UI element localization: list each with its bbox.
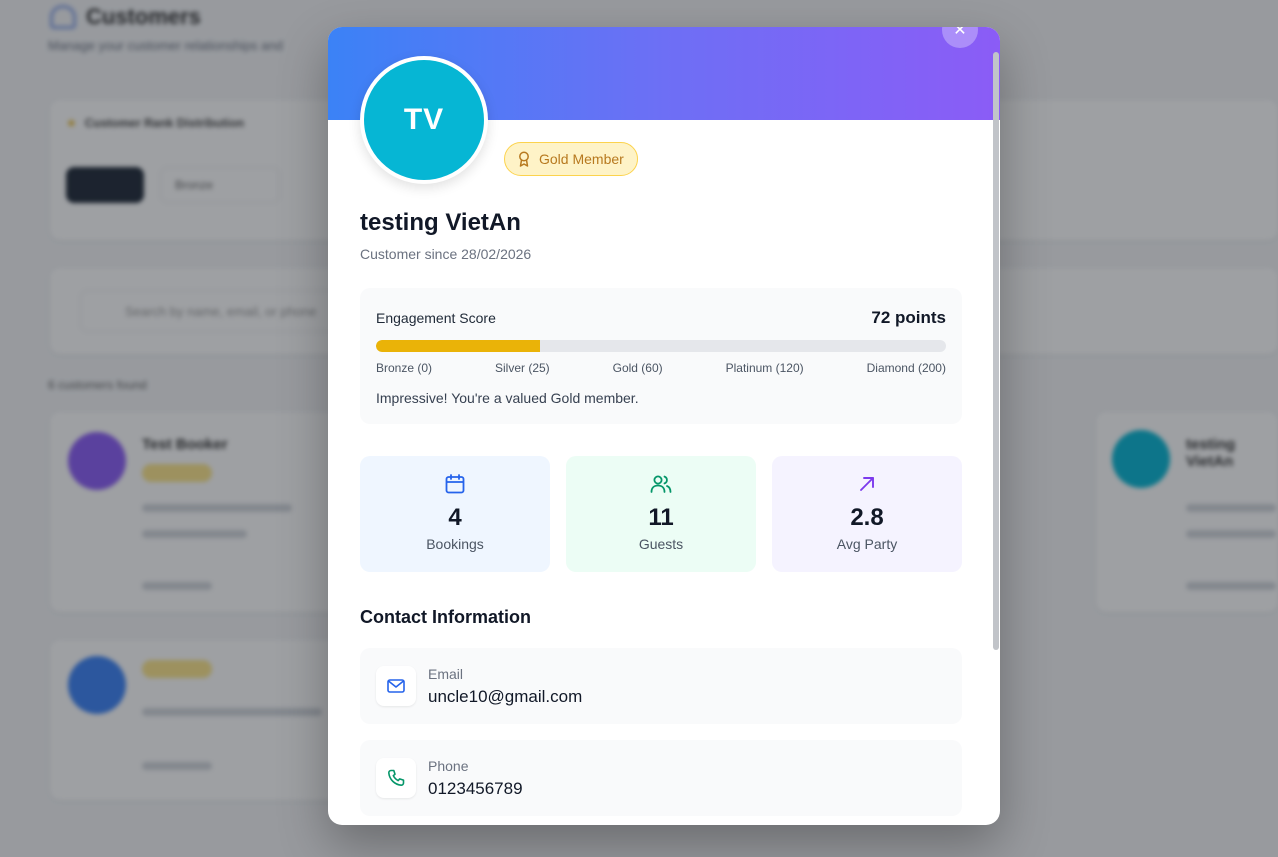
phone-icon <box>388 769 405 786</box>
contact-phone[interactable]: Phone 0123456789 <box>360 740 962 816</box>
engagement-label: Engagement Score <box>376 310 496 326</box>
stat-value: 4 <box>448 504 462 531</box>
tier-labels: Bronze (0) Silver (25) Gold (60) Platinu… <box>376 361 946 375</box>
stat-value: 2.8 <box>850 504 884 531</box>
stat-guests: 11 Guests <box>566 456 756 572</box>
customer-detail-modal: ✕ TV Gold Member testing VietAn Customer… <box>328 27 1000 825</box>
engagement-progress-fill <box>376 340 541 352</box>
rank-badge-label: Gold Member <box>539 151 624 167</box>
phone-icon-box <box>376 758 416 798</box>
modal-scrollbar[interactable] <box>993 52 999 650</box>
email-label: Email <box>428 666 464 682</box>
mail-icon <box>387 679 405 693</box>
engagement-score-card: Engagement Score 72 points Bronze (0) Si… <box>360 288 962 424</box>
users-icon <box>650 475 672 493</box>
award-icon <box>519 151 529 167</box>
tier-label: Platinum (120) <box>725 361 804 375</box>
tier-label: Gold (60) <box>612 361 663 375</box>
tier-label: Diamond (200) <box>866 361 946 375</box>
trend-arrow-icon <box>860 477 874 491</box>
stats-row: 4 Bookings 11 Guests 2.8 Avg Party <box>360 456 962 572</box>
engagement-message: Impressive! You're a valued Gold member. <box>376 390 639 406</box>
contact-section-title: Contact Information <box>360 607 531 627</box>
stat-label: Avg Party <box>836 536 898 552</box>
close-icon: ✕ <box>953 27 967 39</box>
stat-bookings: 4 Bookings <box>360 456 550 572</box>
phone-value: 0123456789 <box>428 779 523 798</box>
engagement-points: 72 points <box>871 308 946 327</box>
calendar-icon <box>445 474 465 494</box>
engagement-progress-bar <box>376 340 946 352</box>
rank-badge: Gold Member <box>504 142 638 176</box>
avatar-initials: TV <box>364 60 484 180</box>
customer-since: Customer since 28/02/2026 <box>360 246 532 262</box>
customer-name: testing VietAn <box>360 209 521 236</box>
stat-avg-party: 2.8 Avg Party <box>772 456 962 572</box>
contact-email[interactable]: Email uncle10@gmail.com <box>360 648 962 724</box>
phone-label: Phone <box>428 758 469 774</box>
email-icon-box <box>376 666 416 706</box>
stat-value: 11 <box>648 504 674 531</box>
tier-label: Bronze (0) <box>376 361 433 375</box>
avatar: TV <box>360 56 488 184</box>
tier-label: Silver (25) <box>494 361 550 375</box>
stat-label: Guests <box>638 536 684 552</box>
stat-label: Bookings <box>426 536 484 552</box>
email-value: uncle10@gmail.com <box>428 687 583 706</box>
